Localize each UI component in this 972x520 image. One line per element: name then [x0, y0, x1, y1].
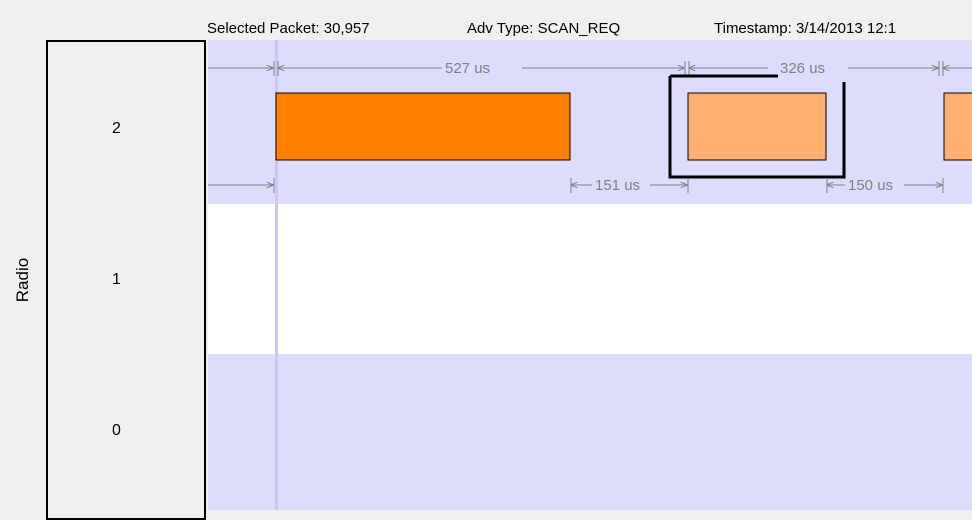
timeline-overlay: 527 us 326 us 151 us 150 us: [208, 60, 972, 194]
packet-bar-selected[interactable]: [687, 92, 827, 161]
duration-dimension-top: [208, 61, 972, 76]
timeline-area[interactable]: 527 us 326 us 151 us 150 us: [208, 40, 972, 510]
lane-label-1: 1: [112, 271, 121, 288]
selected-packet-label: Selected Packet: 30,957: [207, 20, 370, 37]
gap-after-first-label: 151 us: [595, 177, 640, 194]
lane-label-2: 2: [112, 120, 121, 137]
gap-after-selected-label: 150 us: [848, 177, 893, 194]
packet-bar-next[interactable]: [943, 92, 972, 161]
first-packet-duration-label: 527 us: [445, 60, 490, 77]
lane-label-0: 0: [112, 422, 121, 439]
timestamp-label: Timestamp: 3/14/2013 12:1: [714, 20, 897, 37]
gap-dimension-bottom: [208, 178, 944, 193]
radio-axis-title: Radio: [13, 257, 32, 303]
header-bar: Selected Packet: 30,957 Adv Type: SCAN_R…: [0, 0, 972, 40]
selected-packet-duration-label: 326 us: [780, 60, 825, 77]
packet-bar-first[interactable]: [275, 92, 571, 161]
adv-type-label: Adv Type: SCAN_REQ: [467, 20, 621, 37]
